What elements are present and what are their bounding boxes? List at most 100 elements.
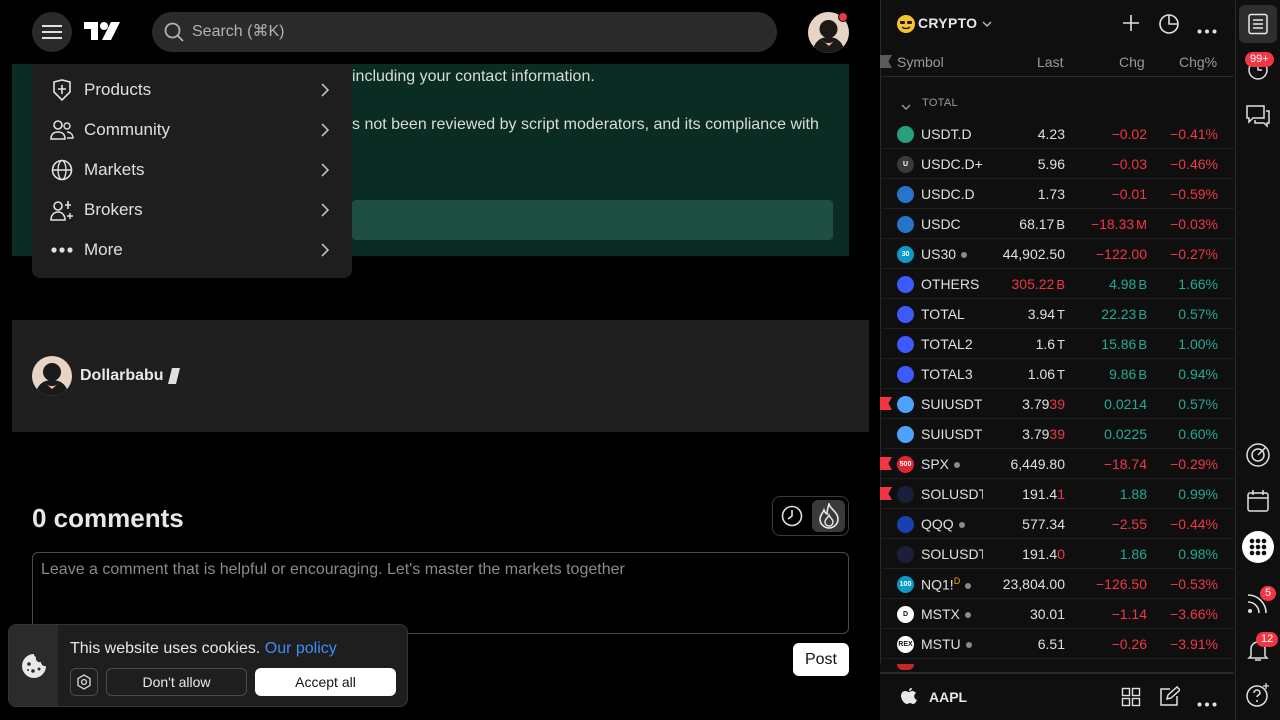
menu-item-more[interactable]: More	[32, 230, 352, 270]
watchlist-row[interactable]: SUIUSDT 3.7939 0.0225 0.60%	[880, 419, 1234, 449]
column-symbol[interactable]: Symbol	[897, 54, 944, 70]
last-price-suffix: B	[1056, 217, 1065, 232]
feed-badge: 5	[1260, 586, 1277, 601]
flag-icon[interactable]	[880, 397, 892, 410]
watchlist-row[interactable]: SOLUSDT 191.40 1.86 0.98%	[880, 539, 1234, 569]
watchlist-row[interactable]: OTHERS 305.22 B 4.98 B 1.66%	[880, 269, 1234, 299]
hotlists-button[interactable]	[1239, 436, 1277, 474]
info-action-bar[interactable]	[352, 200, 833, 240]
more-icon	[50, 238, 74, 262]
menu-item-products[interactable]: Products	[32, 70, 352, 110]
watchlist-title[interactable]: CRYPTO	[918, 15, 992, 31]
watchlist-row[interactable]: 100 NQ1!D 23,804.00 −126.50 −0.53%	[880, 569, 1234, 599]
symbol-ticker: SUIUSDT	[921, 426, 983, 442]
symbol-logo-icon: D	[897, 606, 914, 623]
radar-icon	[1246, 443, 1270, 467]
symbol-more-button[interactable]	[1197, 694, 1219, 707]
watchlist-row[interactable]: REX MSTU 6.51 −0.26 −3.91%	[880, 629, 1234, 659]
help-button[interactable]	[1239, 676, 1277, 714]
chat-icon	[1246, 105, 1270, 128]
watchlist-row[interactable]: 30 US30 44,902.50 −122.00 −0.27%	[880, 239, 1234, 269]
watchlist-section-title[interactable]: TOTAL	[922, 97, 958, 109]
chats-button[interactable]	[1239, 97, 1277, 135]
last-price-main: 305.22	[1011, 276, 1055, 292]
watchlist-row[interactable]: USDC 68.17 B −18.33 M −0.03%	[880, 209, 1234, 239]
menu-item-label: More	[84, 240, 123, 259]
author-avatar[interactable]	[32, 356, 72, 396]
watchlist-more-button[interactable]	[1197, 21, 1219, 34]
watchlist-icon	[1248, 13, 1268, 35]
change-percent: −3.91%	[1170, 636, 1218, 652]
change-value: −0.03	[1111, 156, 1147, 172]
cookie-deny-button[interactable]: Don't allow	[106, 668, 247, 696]
cookie-settings-button[interactable]	[70, 668, 98, 696]
post-comment-button[interactable]: Post	[793, 643, 849, 676]
watchlist-row[interactable]: USDC.D 1.73 −0.01 −0.59%	[880, 179, 1234, 209]
advanced-view-button[interactable]	[1158, 13, 1180, 35]
products-grid-button[interactable]	[1239, 528, 1277, 566]
flag-icon[interactable]	[880, 457, 892, 470]
last-price: 3.7939	[1022, 426, 1065, 442]
column-chg[interactable]: Chg	[1119, 54, 1145, 70]
column-chg-percent[interactable]: Chg%	[1179, 54, 1217, 70]
symbol-name: USDC	[921, 216, 961, 232]
symbol-logo-icon	[897, 516, 914, 533]
search-bar[interactable]	[152, 12, 777, 52]
watchlist-row[interactable]: TOTAL3 1.06 T 9.86 B 0.94%	[880, 359, 1234, 389]
cookie-policy-link[interactable]: Our policy	[265, 640, 337, 657]
cookie-accept-button[interactable]: Accept all	[255, 668, 396, 696]
section-collapse-icon[interactable]	[901, 98, 911, 116]
watchlist-row[interactable]: SOLUSDT 191.41 1.88 0.99%	[880, 479, 1234, 509]
last-price: 1.73	[1037, 186, 1065, 202]
chevron-right-icon	[321, 83, 330, 97]
menu-item-brokers[interactable]: Brokers	[32, 190, 352, 230]
main-menu-button[interactable]	[32, 12, 72, 52]
menu-item-community[interactable]: Community	[32, 110, 352, 150]
flame-icon	[818, 503, 839, 529]
calendar-button[interactable]	[1239, 482, 1277, 520]
author-name[interactable]: Dollarbabu	[80, 367, 164, 385]
column-last[interactable]: Last	[1037, 54, 1063, 70]
symbol-ticker: TOTAL	[921, 306, 965, 322]
watchlist-row[interactable]: TOTAL 3.94 T 22.23 B 0.57%	[880, 299, 1234, 329]
comment-input[interactable]	[32, 552, 849, 634]
last-price: 3.94 T	[1028, 306, 1065, 322]
watchlist-row[interactable]: U USDC.D+ 5.96 −0.03 −0.46%	[880, 149, 1234, 179]
selected-symbol[interactable]: AAPL	[929, 689, 967, 705]
help-icon	[1246, 683, 1269, 707]
menu-item-label: Brokers	[84, 200, 143, 219]
change-suffix: B	[1138, 367, 1147, 382]
watchlist-row[interactable]: 500 SPX 6,449.80 −18.74 −0.29%	[880, 449, 1234, 479]
menu-item-markets[interactable]: Markets	[32, 150, 352, 190]
community-icon	[50, 118, 74, 142]
watchlist-row[interactable]: USDT.D 4.23 −0.02 −0.41%	[880, 119, 1234, 149]
symbol-name: NQ1!D	[921, 576, 972, 593]
settings-icon	[77, 674, 91, 690]
change-value: −126.50	[1096, 576, 1147, 592]
apple-logo-icon	[901, 687, 917, 705]
apps-grid-icon	[1242, 531, 1274, 563]
change-percent: −0.27%	[1170, 246, 1218, 262]
watchlist-row[interactable]: QQQ 577.34 −2.55 −0.44%	[880, 509, 1234, 539]
tradingview-logo[interactable]	[84, 18, 122, 46]
symbol-name: SOLUSDT	[921, 546, 983, 562]
flag-icon[interactable]	[880, 487, 892, 500]
layout-button[interactable]	[1121, 687, 1141, 707]
cookie-icon-panel	[9, 625, 58, 706]
watchlist-toggle-button[interactable]	[1239, 5, 1277, 43]
symbol-logo-icon	[897, 276, 914, 293]
watchlist-row[interactable]: TOTAL2 1.6 T 15.86 B 1.00%	[880, 329, 1234, 359]
sort-popular-button[interactable]	[812, 500, 845, 532]
add-symbol-button[interactable]	[1121, 13, 1141, 33]
change-percent: −0.46%	[1170, 156, 1218, 172]
edit-note-button[interactable]	[1158, 685, 1182, 708]
search-input[interactable]	[192, 23, 752, 41]
symbol-name: TOTAL2	[921, 336, 973, 352]
last-price-main: 191.4	[1022, 546, 1058, 562]
sort-recent-button[interactable]	[776, 500, 808, 532]
symbol-logo-icon: 100	[897, 576, 914, 593]
watchlist-row[interactable]: SUIUSDT 3.7939 0.0214 0.57%	[880, 389, 1234, 419]
symbol-ticker: QQQ	[921, 516, 954, 532]
watchlist-row[interactable]: D MSTX 30.01 −1.14 −3.66%	[880, 599, 1234, 629]
last-price: 1.6 T	[1036, 336, 1065, 352]
